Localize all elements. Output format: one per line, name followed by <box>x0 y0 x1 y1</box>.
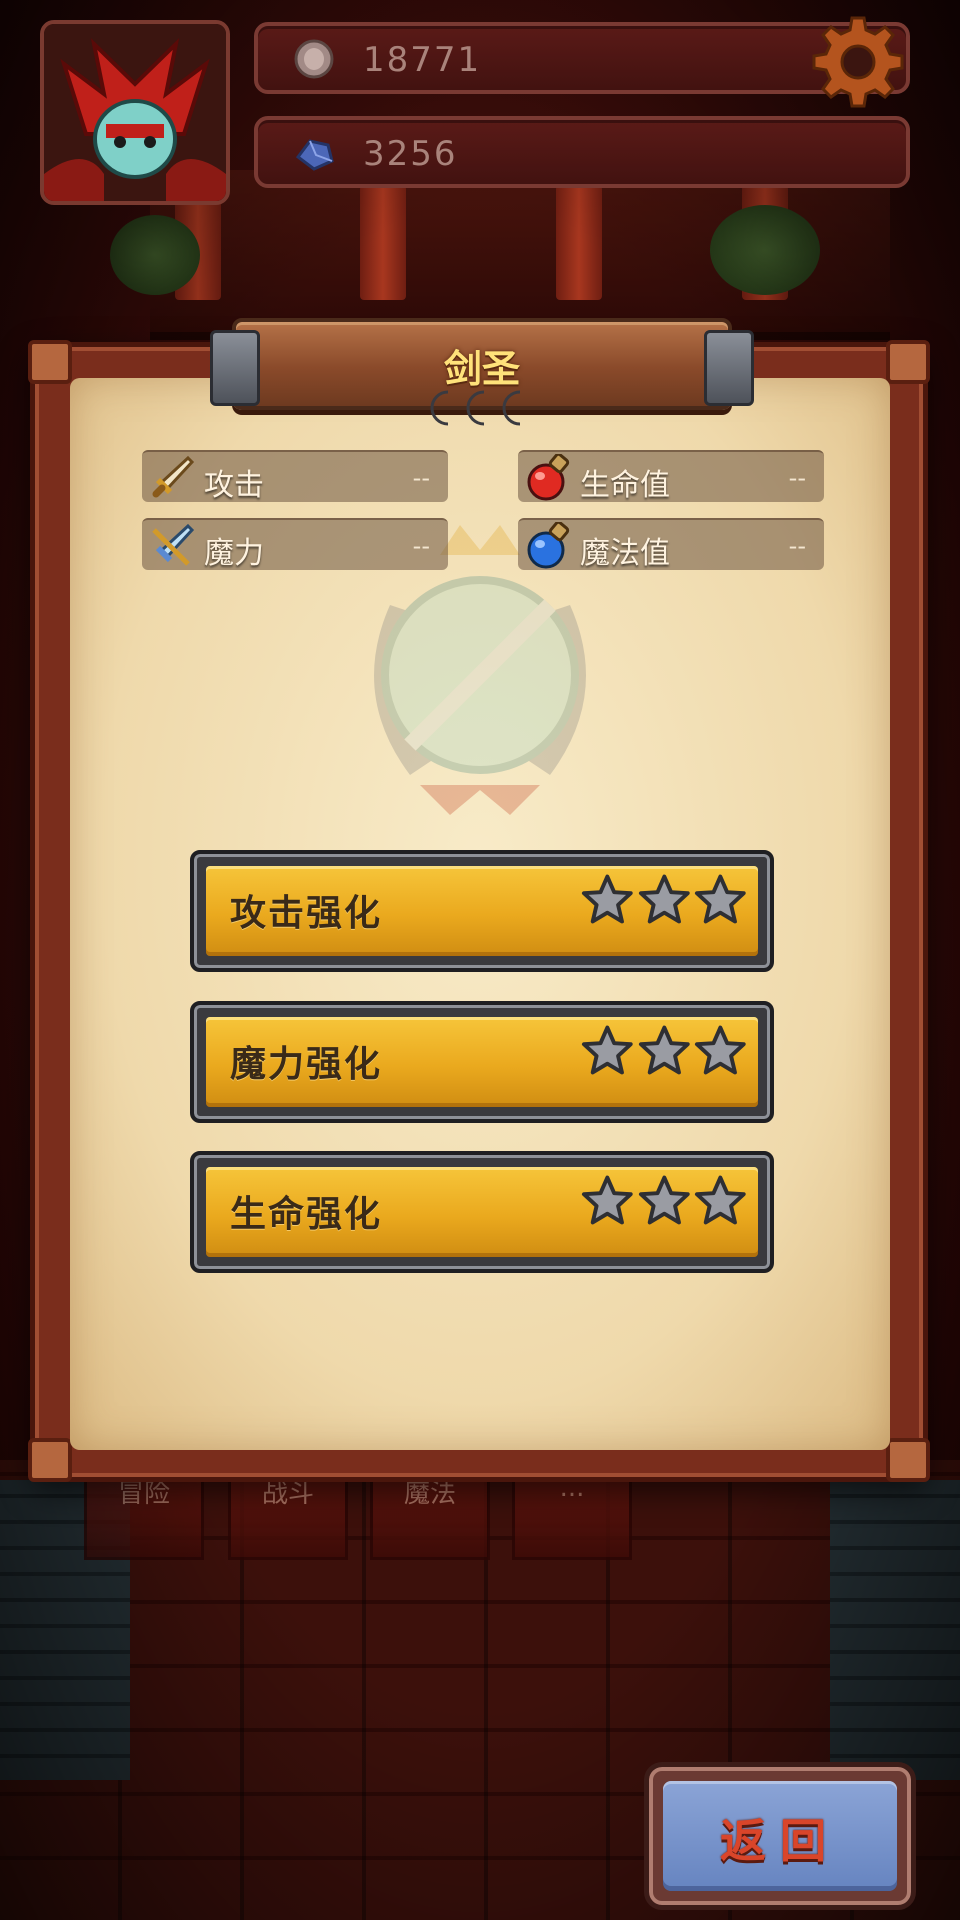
panel-corner <box>886 1438 930 1482</box>
panel-corner <box>28 1438 72 1482</box>
back-button[interactable]: 返回 <box>644 1762 916 1910</box>
panel-corner <box>28 340 72 384</box>
upgrade-stars <box>580 872 748 932</box>
stat-magic-power: 魔力 -- <box>142 518 448 571</box>
moon-icon <box>466 390 485 426</box>
moon-icon <box>502 390 521 426</box>
stat-value: -- <box>412 464 430 492</box>
stat-label: 攻击 <box>204 468 264 503</box>
star-empty-icon <box>638 1025 690 1075</box>
panel-corner <box>886 340 930 384</box>
stat-value: -- <box>788 464 806 492</box>
upgrade-magic-button[interactable]: 魔力强化 <box>190 1001 774 1123</box>
coin-count: 18771 <box>363 40 482 80</box>
magic-sword-icon <box>152 523 195 566</box>
red-potion-icon <box>527 454 570 501</box>
demon-warrior-portrait <box>44 24 226 201</box>
upgrade-stars <box>580 1023 748 1083</box>
stat-label: 魔力 <box>204 536 264 571</box>
player-avatar[interactable] <box>40 20 230 205</box>
star-empty-icon <box>581 1025 633 1075</box>
star-empty-icon <box>638 1175 690 1225</box>
stat-hp: 生命值 -- <box>518 450 824 503</box>
blue-gem-icon <box>295 139 334 171</box>
upgrade-label: 生命强化 <box>230 1194 383 1235</box>
star-empty-icon <box>695 1175 747 1225</box>
star-empty-icon <box>638 874 690 924</box>
rank-moons <box>430 390 521 426</box>
silver-coin-icon <box>294 39 334 79</box>
star-empty-icon <box>695 1025 747 1075</box>
upgrade-label: 攻击强化 <box>230 893 383 934</box>
stat-value: -- <box>788 532 806 560</box>
star-empty-icon <box>695 874 747 924</box>
stat-label: 魔法值 <box>580 536 670 571</box>
currency-bar-gems: 3256 <box>254 116 910 188</box>
gem-count: 3256 <box>363 134 458 174</box>
upgrade-stars <box>580 1173 748 1233</box>
upgrade-label: 魔力强化 <box>230 1044 383 1085</box>
blue-potion-icon <box>527 522 570 569</box>
moon-icon <box>430 390 449 426</box>
stat-label: 生命值 <box>580 468 670 503</box>
back-button-label: 返回 <box>720 1814 840 1868</box>
stat-attack: 攻击 -- <box>142 450 448 503</box>
stat-value: -- <box>412 532 430 560</box>
sword-icon <box>152 455 195 498</box>
hero-class-title: 剑圣 <box>443 347 520 391</box>
star-empty-icon <box>581 1175 633 1225</box>
gear-icon[interactable] <box>810 14 906 110</box>
upgrade-hp-button[interactable]: 生命强化 <box>190 1151 774 1273</box>
upgrade-attack-button[interactable]: 攻击强化 <box>190 850 774 972</box>
star-empty-icon <box>581 874 633 924</box>
stat-mp: 魔法值 -- <box>518 518 824 571</box>
